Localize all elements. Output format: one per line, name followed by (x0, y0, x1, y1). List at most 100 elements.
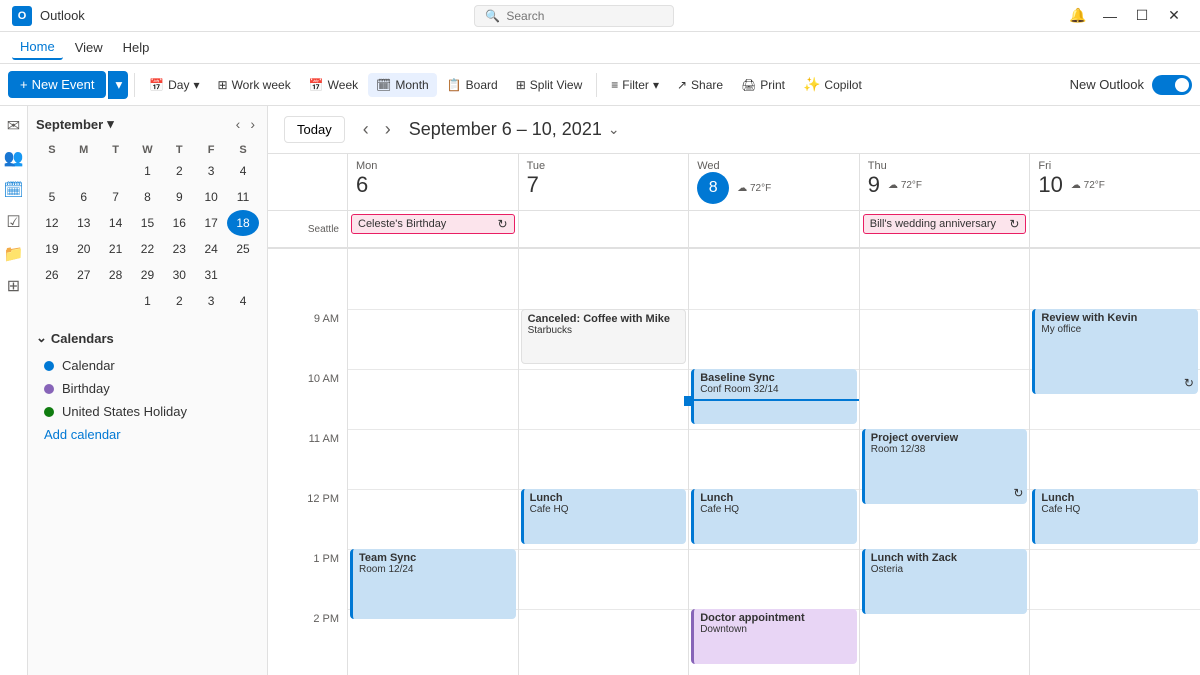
calendars-header[interactable]: ⌄ Calendars (36, 330, 259, 346)
day-col-wed[interactable]: Baseline Sync Conf Room 32/14 Lunch Cafe… (689, 249, 860, 675)
day-col-tue[interactable]: Canceled: Coffee with Mike Starbucks Lun… (519, 249, 690, 675)
event-coffee-with-mike[interactable]: Canceled: Coffee with Mike Starbucks (521, 309, 687, 364)
cal-day[interactable]: 5 (36, 184, 68, 210)
event-lunch-fri[interactable]: Lunch Cafe HQ (1032, 489, 1198, 544)
cal-day[interactable]: 20 (68, 236, 100, 262)
cal-day[interactable]: 22 (132, 236, 164, 262)
calendar-item-calendar[interactable]: Calendar (36, 354, 259, 377)
day-col-mon[interactable]: Team Sync Room 12/24 (348, 249, 519, 675)
copilot-button[interactable]: ✨ Copilot (795, 71, 870, 98)
menu-home[interactable]: Home (12, 35, 63, 60)
cal-day[interactable]: 7 (100, 184, 132, 210)
cal-day[interactable] (100, 158, 132, 184)
event-project-overview[interactable]: Project overview Room 12/38 ↻ (862, 429, 1028, 504)
view-workweek-button[interactable]: ⊞ Work week (210, 73, 299, 97)
today-button[interactable]: Today (284, 116, 345, 143)
time-grid-scroll[interactable]: 9 AM 10 AM 11 AM 12 PM 1 PM 2 PM (268, 249, 1200, 675)
cal-day[interactable]: 25 (227, 236, 259, 262)
day-header-thu[interactable]: Thu 9 ☁ 72°F (860, 154, 1031, 210)
cal-day[interactable]: 19 (36, 236, 68, 262)
cal-day[interactable]: 8 (132, 184, 164, 210)
event-team-sync[interactable]: Team Sync Room 12/24 (350, 549, 516, 619)
day-col-fri[interactable]: Review with Kevin My office ↻ Lunch Cafe… (1030, 249, 1200, 675)
cal-day[interactable]: 24 (195, 236, 227, 262)
allday-event-birthday[interactable]: Celeste's Birthday ↻ (351, 214, 515, 234)
view-week-button[interactable]: 📅 Week (301, 73, 366, 97)
event-lunch-wed[interactable]: Lunch Cafe HQ (691, 489, 857, 544)
event-baseline-sync[interactable]: Baseline Sync Conf Room 32/14 (691, 369, 857, 424)
cal-day other-month[interactable] (68, 288, 100, 314)
cal-day[interactable]: 23 (163, 236, 195, 262)
cal-day[interactable]: 10 (195, 184, 227, 210)
nav-calendar[interactable]: 🗓 (2, 178, 26, 202)
mini-calendar-title[interactable]: September ▾ (36, 116, 114, 132)
cal-day[interactable]: 26 (36, 262, 68, 288)
prev-week-button[interactable]: ‹ (357, 117, 375, 142)
calendar-item-birthday[interactable]: Birthday (36, 377, 259, 400)
cal-day[interactable]: 6 (68, 184, 100, 210)
menu-view[interactable]: View (67, 36, 111, 59)
cal-day[interactable]: 28 (100, 262, 132, 288)
next-week-button[interactable]: › (379, 117, 397, 142)
day-col-thu[interactable]: Project overview Room 12/38 ↻ Lunch with… (860, 249, 1031, 675)
cal-day[interactable]: 9 (163, 184, 195, 210)
new-outlook-switch[interactable] (1152, 75, 1192, 95)
cal-day[interactable]: 1 (132, 158, 164, 184)
event-lunch-tue[interactable]: Lunch Cafe HQ (521, 489, 687, 544)
view-day-button[interactable]: 📅 Day ▾ (141, 73, 207, 97)
cal-day week-selected[interactable]: 14 (100, 210, 132, 236)
nav-people[interactable]: 👥 (2, 146, 26, 170)
cal-day[interactable]: 30 (163, 262, 195, 288)
filter-button[interactable]: ≡ Filter ▾ (603, 73, 667, 97)
mini-next-button[interactable]: › (246, 114, 259, 134)
cal-day other-month[interactable]: 1 (132, 288, 164, 314)
cal-day[interactable]: 4 (227, 158, 259, 184)
menu-help[interactable]: Help (115, 36, 158, 59)
cal-day[interactable]: 12 (36, 210, 68, 236)
cal-day[interactable]: 27 (68, 262, 100, 288)
cal-day other-month[interactable] (227, 262, 259, 288)
print-button[interactable]: 🖨 Print (733, 73, 793, 97)
cal-day[interactable]: 21 (100, 236, 132, 262)
notification-icon[interactable]: 🔔 (1064, 6, 1092, 26)
cal-day other-month[interactable]: 3 (195, 288, 227, 314)
nav-files[interactable]: 📁 (2, 242, 26, 266)
search-input[interactable] (506, 9, 656, 23)
event-doctor[interactable]: Doctor appointment Downtown (691, 609, 857, 664)
cal-day week-selected[interactable]: 15 (132, 210, 164, 236)
day-header-fri[interactable]: Fri 10 ☁ 72°F (1030, 154, 1200, 210)
minimize-button[interactable]: — (1096, 6, 1124, 26)
add-calendar-button[interactable]: Add calendar (36, 423, 259, 446)
day-header-wed[interactable]: Wed 8 ☁ 72°F (689, 154, 860, 210)
cal-day other-month[interactable] (100, 288, 132, 314)
cal-day other-month[interactable]: 2 (163, 288, 195, 314)
day-header-mon[interactable]: Mon 6 (348, 154, 519, 210)
close-button[interactable]: ✕ (1160, 6, 1188, 26)
view-month-button[interactable]: 🗓 Month (368, 73, 437, 97)
allday-event-anniversary[interactable]: Bill's wedding anniversary ↻ (863, 214, 1027, 234)
cal-day[interactable]: 3 (195, 158, 227, 184)
nav-tasks[interactable]: ☑ (2, 210, 26, 234)
cal-day week-selected[interactable]: 13 (68, 210, 100, 236)
cal-day[interactable]: 31 (195, 262, 227, 288)
cal-day week-selected[interactable]: 16 (163, 210, 195, 236)
mini-prev-button[interactable]: ‹ (232, 114, 245, 134)
cal-day[interactable]: 11 (227, 184, 259, 210)
event-review-kevin[interactable]: Review with Kevin My office ↻ (1032, 309, 1198, 394)
cal-day-today[interactable]: 18 (227, 210, 259, 236)
event-lunch-zack[interactable]: Lunch with Zack Osteria (862, 549, 1028, 614)
cal-day week-selected[interactable]: 17 (195, 210, 227, 236)
maximize-button[interactable]: ☐ (1128, 6, 1156, 26)
search-bar[interactable]: 🔍 (474, 5, 674, 27)
nav-apps[interactable]: ⊞ (2, 274, 26, 298)
view-board-button[interactable]: 📋 Board (439, 73, 506, 97)
cal-day other-month[interactable]: 4 (227, 288, 259, 314)
calendar-title[interactable]: September 6 – 10, 2021 ⌄ (409, 119, 620, 140)
cal-day[interactable] (36, 158, 68, 184)
cal-day other-month[interactable] (36, 288, 68, 314)
cal-day[interactable]: 29 (132, 262, 164, 288)
new-event-dropdown[interactable]: ▾ (108, 71, 128, 99)
cal-day[interactable] (68, 158, 100, 184)
nav-mail[interactable]: ✉ (2, 114, 26, 138)
split-view-button[interactable]: ⊞ Split View (508, 73, 591, 97)
